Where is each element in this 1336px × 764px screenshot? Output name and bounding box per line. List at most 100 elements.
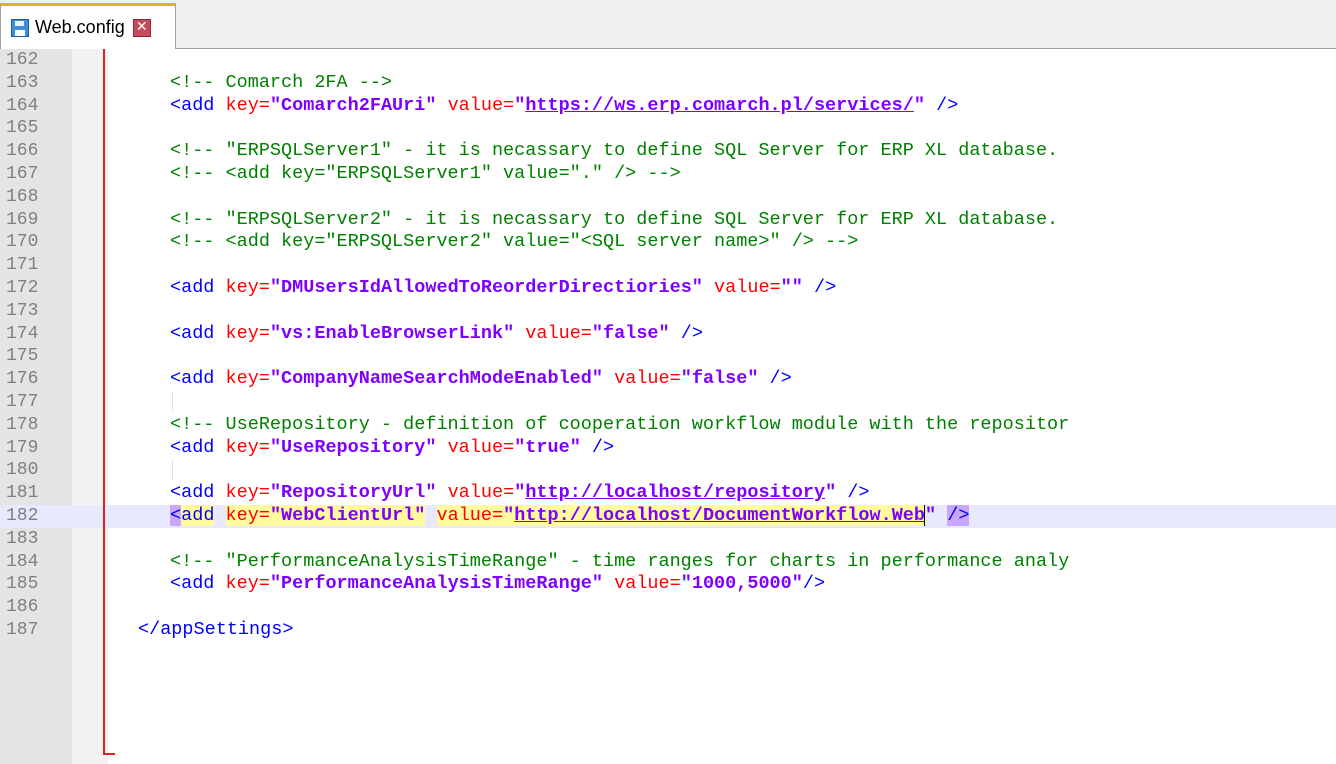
line-number: 162 <box>6 50 39 70</box>
code-token: " <box>924 504 937 526</box>
code-token: /> <box>925 94 959 116</box>
code-line[interactable]: 165 <box>0 117 1336 140</box>
code-line[interactable]: 183 <box>0 528 1336 551</box>
tab-web-config[interactable]: Web.config ✕ <box>0 3 176 49</box>
code-token: "1000,5000" <box>680 573 803 595</box>
code-lines[interactable]: 162 163 <!-- Comarch 2FA --> 164 <add key="C… <box>0 49 1336 642</box>
code-line[interactable]: 164 <add key="Comarch2FAUri" value="https… <box>0 95 1336 118</box>
code-token: key= <box>225 482 270 504</box>
line-number: 180 <box>6 460 39 481</box>
code-token: add <box>181 504 215 526</box>
code-line[interactable]: 167 <!-- <add key="ERPSQLServer1" value="… <box>0 163 1336 186</box>
code-line[interactable]: 162 <box>0 49 1336 72</box>
code-text: <!-- Comarch 2FA --> <box>170 72 392 95</box>
fold-indicator-line <box>103 49 105 754</box>
code-token: key= <box>225 322 270 344</box>
code-text: <!-- "ERPSQLServer1" - it is necassary t… <box>170 140 1058 163</box>
code-token: "false" <box>680 368 759 390</box>
code-token: /> <box>836 482 870 504</box>
code-line[interactable]: 179 <add key="UseRepository" value="true"… <box>0 437 1336 460</box>
code-line[interactable]: 177 <box>0 391 1336 414</box>
code-line[interactable]: 180 <box>0 459 1336 482</box>
code-line[interactable]: 171 <box>0 254 1336 277</box>
code-token: key= <box>225 276 270 298</box>
code-token: <add <box>170 482 226 504</box>
code-line[interactable]: 163 <!-- Comarch 2FA --> <box>0 72 1336 95</box>
line-number: 166 <box>6 141 39 162</box>
code-line[interactable]: 184 <!-- "PerformanceAnalysisTimeRange" -… <box>0 551 1336 574</box>
code-token: https://ws.erp.comarch.pl/services/ <box>525 94 914 116</box>
code-token: <!-- "ERPSQLServer1" - it is necassary t… <box>170 140 1059 162</box>
code-token: <add <box>170 368 226 390</box>
code-text: <add key="WebClientUrl" value="http://lo… <box>170 504 970 528</box>
code-token: "" <box>780 276 803 298</box>
code-text: <add key="Comarch2FAUri" value="https://… <box>170 95 958 118</box>
code-line[interactable]: 182 <add key="WebClientUrl" value="http:/… <box>0 504 1336 528</box>
code-text: <!-- "ERPSQLServer2" - it is necassary t… <box>170 209 1058 232</box>
code-text: <add key="PerformanceAnalysisTimeRange" … <box>170 573 825 596</box>
code-line[interactable]: 170 <!-- <add key="ERPSQLServer2" value="… <box>0 231 1336 254</box>
code-line[interactable]: 175 <box>0 345 1336 368</box>
tab-bar: Web.config ✕ <box>0 0 1336 49</box>
line-number: 176 <box>6 369 39 390</box>
line-number: 178 <box>6 414 39 435</box>
code-line[interactable]: 173 <box>0 300 1336 323</box>
code-token: key= <box>225 94 270 116</box>
code-token: "DMUsersIdAllowedToReorderDirectiories" <box>269 276 703 298</box>
code-token: value= <box>614 368 681 390</box>
close-icon[interactable]: ✕ <box>132 18 151 37</box>
code-token: value= <box>614 573 681 595</box>
code-token: <!-- <add key="ERPSQLServer2" value="<SQ… <box>170 231 859 253</box>
fold-end-marker[interactable] <box>103 753 115 755</box>
code-line[interactable]: 187 </appSettings> <box>0 619 1336 642</box>
code-text: <!-- UseRepository - definition of coope… <box>170 414 1069 437</box>
code-token: key= <box>225 436 270 458</box>
code-editor[interactable]: 162 163 <!-- Comarch 2FA --> 164 <add key="C… <box>0 49 1336 764</box>
code-text: <add key="UseRepository" value="true" /> <box>170 437 614 460</box>
code-text: <add key="vs:EnableBrowserLink" value="f… <box>170 323 703 346</box>
code-token: "RepositoryUrl" <box>269 482 437 504</box>
code-token: value= <box>436 504 504 526</box>
code-token: /> <box>580 436 615 458</box>
code-token: " <box>514 482 526 504</box>
code-line[interactable]: 186 <box>0 596 1336 619</box>
code-line[interactable]: 178 <!-- UseRepository - definition of co… <box>0 414 1336 437</box>
line-number: 169 <box>6 209 39 230</box>
code-token: value= <box>447 436 515 458</box>
code-text: <!-- <add key="ERPSQLServer1" value="." … <box>170 163 681 186</box>
code-line[interactable]: 168 <box>0 186 1336 209</box>
indent-guide <box>172 392 173 412</box>
line-number: 165 <box>6 118 39 139</box>
line-number: 163 <box>6 72 39 93</box>
code-line[interactable]: 174 <add key="vs:EnableBrowserLink" value… <box>0 323 1336 346</box>
code-token: <!-- Comarch 2FA --> <box>170 71 393 93</box>
code-line[interactable]: 181 <add key="RepositoryUrl" value="http:… <box>0 482 1336 505</box>
line-number: 182 <box>6 505 39 526</box>
code-token: key= <box>225 368 270 390</box>
code-token: value= <box>447 94 515 116</box>
code-token: "UseRepository" <box>269 436 437 458</box>
code-token: key= <box>225 573 270 595</box>
code-line[interactable]: 185 <add key="PerformanceAnalysisTimeRang… <box>0 573 1336 596</box>
line-number: 175 <box>6 346 39 367</box>
code-token: < <box>170 504 182 526</box>
code-token: " <box>825 482 837 504</box>
code-token: " <box>503 504 515 526</box>
code-token: " <box>913 94 925 116</box>
code-line[interactable]: 172 <add key="DMUsersIdAllowedToReorderDi… <box>0 277 1336 300</box>
code-token: <add <box>170 436 226 458</box>
code-token: key= <box>225 504 270 526</box>
code-token: <add <box>170 322 226 344</box>
code-token: <!-- UseRepository - definition of coope… <box>170 413 1070 435</box>
code-token: <add <box>170 276 226 298</box>
code-text: <add key="DMUsersIdAllowedToReorderDirec… <box>170 277 836 300</box>
code-line[interactable]: 176 <add key="CompanyNameSearchModeEnable… <box>0 368 1336 391</box>
code-token: /> <box>802 573 826 595</box>
code-line[interactable]: 166 <!-- "ERPSQLServer1" - it is necassar… <box>0 140 1336 163</box>
code-line[interactable]: 169 <!-- "ERPSQLServer2" - it is necassar… <box>0 209 1336 232</box>
